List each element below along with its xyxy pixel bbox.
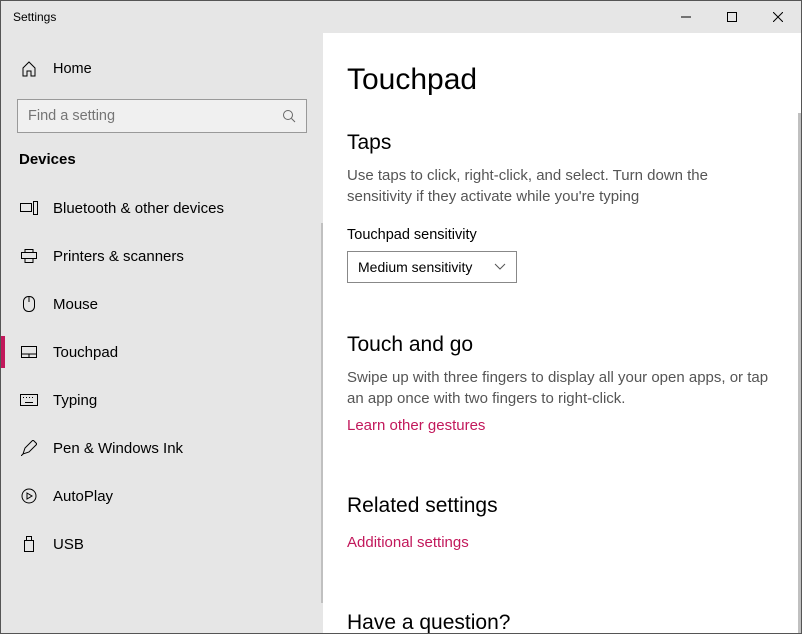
related-heading: Related settings [347, 494, 777, 518]
additional-settings-link[interactable]: Additional settings [347, 534, 469, 551]
sidebar-item-usb[interactable]: USB [1, 520, 323, 568]
close-icon [773, 12, 783, 22]
main-panel: Touchpad Taps Use taps to click, right-c… [323, 33, 801, 633]
usb-icon [19, 536, 39, 552]
sidebar-item-label: Mouse [53, 296, 98, 313]
sidebar: Home Devices Bluetooth & other d [1, 33, 323, 633]
keyboard-icon [19, 394, 39, 406]
question-heading: Have a question? [347, 611, 777, 633]
touch-and-go-description: Swipe up with three fingers to display a… [347, 367, 777, 409]
question-section: Have a question? [347, 611, 777, 633]
sidebar-item-typing[interactable]: Typing [1, 376, 323, 424]
window-title: Settings [1, 10, 56, 24]
sidebar-item-label: Bluetooth & other devices [53, 200, 224, 217]
settings-window: Settings Home [0, 0, 802, 634]
sidebar-item-touchpad[interactable]: Touchpad [1, 328, 323, 376]
sidebar-item-label: AutoPlay [53, 488, 113, 505]
minimize-button[interactable] [663, 1, 709, 33]
close-button[interactable] [755, 1, 801, 33]
pen-icon [19, 440, 39, 456]
main-scrollbar[interactable] [798, 113, 801, 633]
sidebar-item-label: Typing [53, 392, 97, 409]
sidebar-item-pen[interactable]: Pen & Windows Ink [1, 424, 323, 472]
home-icon [19, 61, 39, 77]
taps-section: Taps Use taps to click, right-click, and… [347, 131, 777, 283]
search-icon [282, 109, 296, 123]
touchpad-icon [19, 346, 39, 358]
maximize-button[interactable] [709, 1, 755, 33]
chevron-down-icon [494, 263, 506, 271]
sensitivity-dropdown[interactable]: Medium sensitivity [347, 251, 517, 283]
sidebar-item-printers[interactable]: Printers & scanners [1, 232, 323, 280]
touch-and-go-section: Touch and go Swipe up with three fingers… [347, 333, 777, 464]
section-header: Devices [1, 151, 323, 184]
autoplay-icon [19, 488, 39, 504]
printer-icon [19, 249, 39, 263]
search-input[interactable] [28, 108, 282, 124]
sidebar-item-label: Touchpad [53, 344, 118, 361]
taps-description: Use taps to click, right-click, and sele… [347, 165, 777, 207]
sidebar-item-label: USB [53, 536, 84, 553]
sensitivity-value: Medium sensitivity [358, 259, 472, 275]
sensitivity-label: Touchpad sensitivity [347, 227, 777, 243]
sidebar-item-label: Pen & Windows Ink [53, 440, 183, 457]
related-settings-section: Related settings Additional settings [347, 494, 777, 581]
taps-heading: Taps [347, 131, 777, 155]
sidebar-item-mouse[interactable]: Mouse [1, 280, 323, 328]
home-button[interactable]: Home [1, 47, 323, 91]
sidebar-item-bluetooth[interactable]: Bluetooth & other devices [1, 184, 323, 232]
minimize-icon [681, 12, 691, 22]
page-title: Touchpad [347, 63, 777, 97]
mouse-icon [19, 296, 39, 312]
home-label: Home [53, 61, 92, 77]
devices-icon [19, 201, 39, 215]
sidebar-item-autoplay[interactable]: AutoPlay [1, 472, 323, 520]
titlebar: Settings [1, 1, 801, 33]
maximize-icon [727, 12, 737, 22]
learn-gestures-link[interactable]: Learn other gestures [347, 417, 485, 434]
search-box[interactable] [17, 99, 307, 133]
sidebar-item-label: Printers & scanners [53, 248, 184, 265]
content: Home Devices Bluetooth & other d [1, 33, 801, 633]
touch-and-go-heading: Touch and go [347, 333, 777, 357]
